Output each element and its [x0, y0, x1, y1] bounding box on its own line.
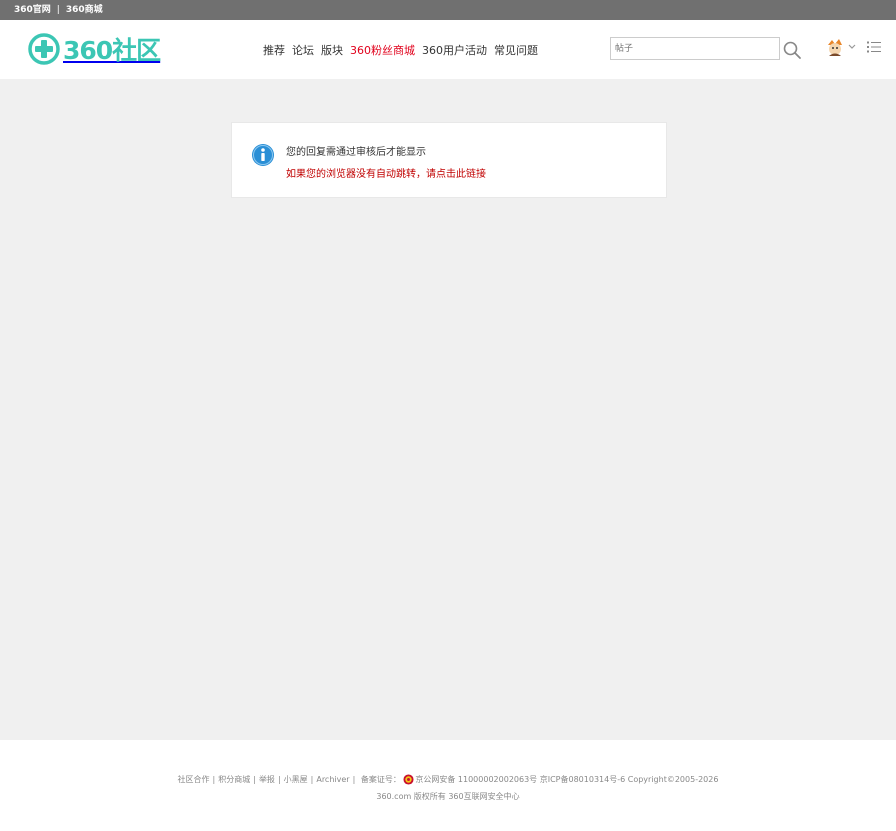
footer-copyright-owner: 360.com 版权所有 360互联网安全中心: [376, 792, 520, 801]
nav-item-recommend[interactable]: 推荐: [263, 42, 285, 58]
footer-links: 社区合作 | 积分商城 | 举报 | 小黑屋 | Archiver | 备案证号： 京公网安备 1…: [0, 774, 896, 785]
logo-text: 360社区: [63, 36, 161, 65]
nav-item-boards[interactable]: 版块: [321, 42, 343, 58]
plus-logo-icon: [28, 33, 60, 65]
footer-separator: |: [352, 775, 356, 784]
nav-item-faq[interactable]: 常见问题: [494, 42, 538, 58]
footer-link-cooperation[interactable]: 社区合作: [178, 775, 210, 784]
footer-separator: |: [310, 775, 314, 784]
topbar-link-360-mall[interactable]: 360商城: [66, 5, 103, 15]
top-bar: 360官网 | 360商城: [0, 0, 896, 20]
footer-separator: |: [212, 775, 216, 784]
site-logo[interactable]: 360社区: [28, 32, 178, 66]
police-badge-icon: [403, 774, 414, 785]
footer-separator: |: [277, 775, 281, 784]
info-icon: [252, 144, 274, 166]
copyright-text: Copyright©2005-2026: [627, 775, 719, 784]
notice-box: 您的回复需通过审核后才能显示 如果您的浏览器没有自动跳转，请点击此链接: [231, 122, 667, 198]
footer-link-blacklist[interactable]: 小黑屋: [284, 775, 308, 784]
footer-link-report[interactable]: 举报: [259, 775, 275, 784]
nav-item-user-events[interactable]: 360用户活动: [422, 42, 487, 58]
nav-item-forum[interactable]: 论坛: [292, 42, 314, 58]
notice-message: 您的回复需通过审核后才能显示: [286, 147, 426, 158]
search-input[interactable]: [610, 37, 780, 60]
nav-item-fan-mall[interactable]: 360粉丝商城: [350, 42, 415, 58]
avatar-icon[interactable]: [823, 36, 847, 60]
topbar-link-360-official[interactable]: 360官网: [14, 5, 51, 15]
footer-separator: |: [253, 775, 256, 784]
list-menu-icon[interactable]: [866, 39, 882, 55]
topbar-separator: |: [56, 5, 60, 15]
search-icon[interactable]: [782, 40, 802, 60]
record-label: 备案证号：: [360, 775, 401, 784]
police-record-link[interactable]: 京公网安备 11000002002063号: [415, 775, 537, 784]
footer-link-archiver[interactable]: Archiver: [316, 775, 349, 784]
icp-record-link[interactable]: 京ICP备08010314号-6: [540, 775, 625, 784]
chevron-down-icon[interactable]: [847, 42, 857, 52]
main-nav: 推荐 论坛 版块 360粉丝商城 360用户活动 常见问题: [263, 20, 545, 79]
site-footer: 社区合作 | 积分商城 | 举报 | 小黑屋 | Archiver | 备案证号： 京公网安备 1…: [0, 740, 896, 831]
site-header: 360社区 推荐 论坛 版块 360粉丝商城 360用户活动 常见问题: [0, 20, 896, 79]
redirect-link[interactable]: 如果您的浏览器没有自动跳转，请点击此链接: [286, 165, 486, 180]
footer-link-points-mall[interactable]: 积分商城: [218, 775, 250, 784]
